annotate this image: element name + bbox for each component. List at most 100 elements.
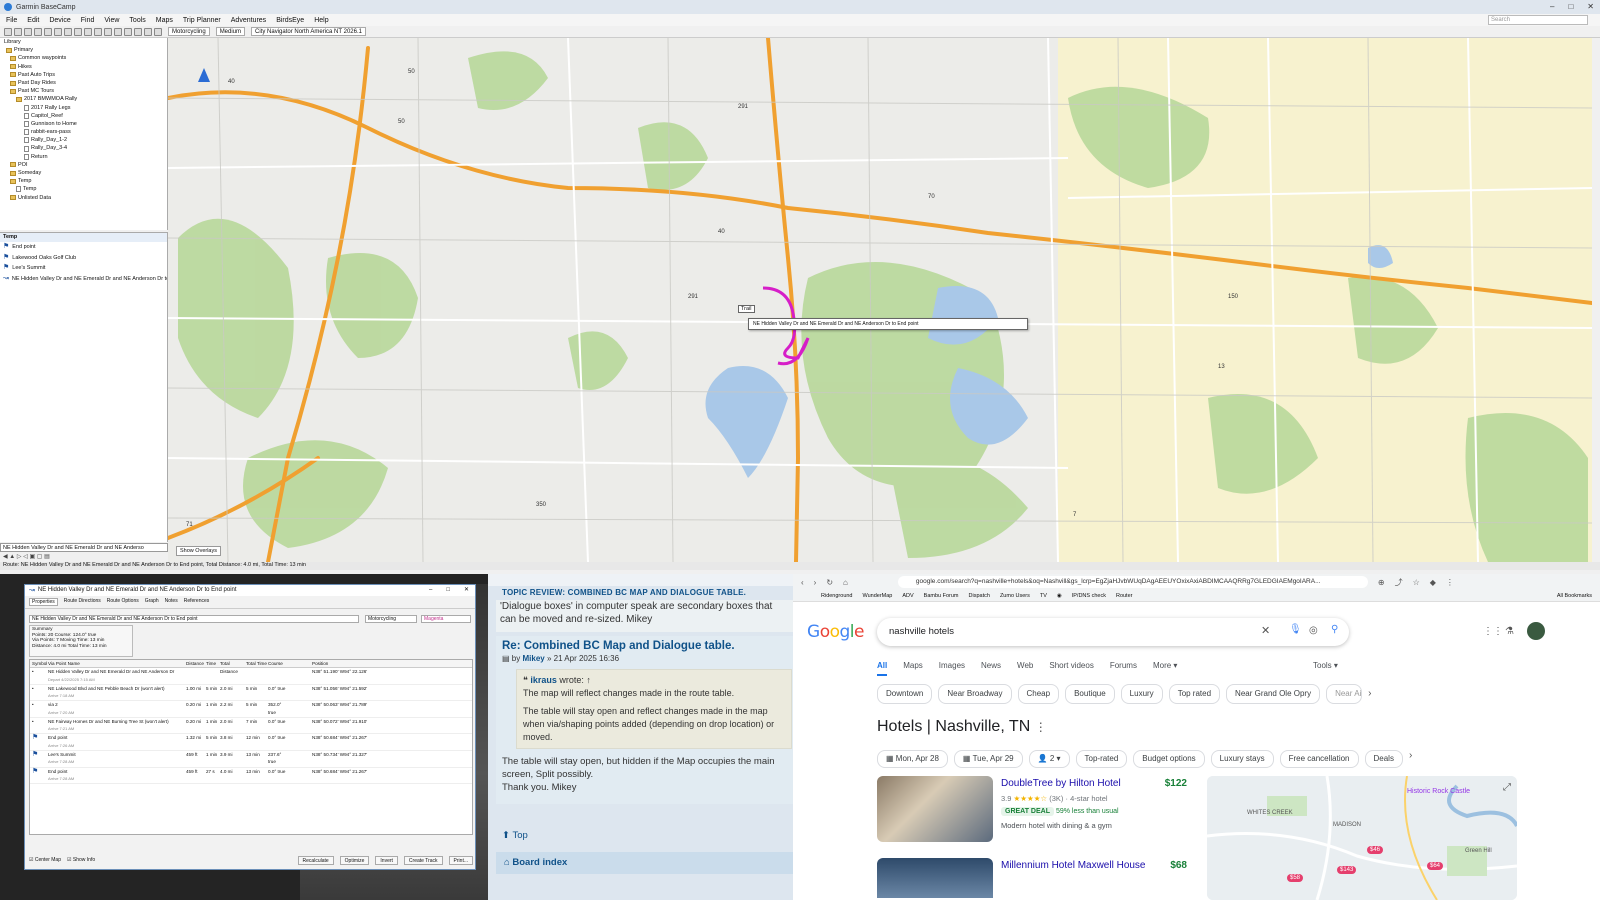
route-name-field[interactable]: NE Hidden Valley Dr and NE Emerald Dr an…: [29, 615, 359, 623]
menu-edit[interactable]: Edit: [27, 17, 39, 24]
price-pin[interactable]: $46: [1367, 846, 1384, 854]
list-item[interactable]: ⚑ End point: [0, 242, 167, 253]
tab-news[interactable]: News: [981, 661, 1001, 676]
chip-boutique[interactable]: Boutique: [1065, 684, 1115, 704]
hotel-card[interactable]: Millennium Hotel Maxwell House $68: [877, 858, 1187, 898]
more-options-icon[interactable]: ⋮: [1035, 720, 1047, 734]
chevron-right-icon[interactable]: ›: [1409, 750, 1412, 768]
tree-item[interactable]: Temp: [0, 185, 167, 193]
tree-item[interactable]: Past Auto Trips: [0, 71, 167, 79]
tree-item[interactable]: 2017 BMWMOA Rally: [0, 95, 167, 103]
price-pin[interactable]: $64: [1427, 862, 1444, 870]
menu-icon[interactable]: ⋮: [1446, 578, 1454, 587]
tree-item[interactable]: Primary: [0, 46, 167, 54]
bookmark-item[interactable]: Zumo Users: [1000, 593, 1030, 599]
menu-adventures[interactable]: Adventures: [231, 17, 266, 24]
menu-view[interactable]: View: [104, 17, 119, 24]
checkout-date[interactable]: ▦ Tue, Apr 29: [953, 750, 1023, 768]
tree-item[interactable]: Past MC Tours: [0, 87, 167, 95]
bookmark-star-icon[interactable]: ☆: [1413, 578, 1420, 587]
optimize-button[interactable]: Optimize: [339, 855, 370, 865]
chip-cheap[interactable]: Cheap: [1017, 684, 1060, 704]
hotel-card[interactable]: DoubleTree by Hilton Hotel $122 3.9 ★★★★…: [877, 776, 1187, 846]
save-icon[interactable]: [24, 27, 32, 36]
print-icon[interactable]: [34, 27, 42, 36]
maximize-button[interactable]: □: [1568, 2, 1573, 11]
tree-item[interactable]: Rally_Day_1-2: [0, 136, 167, 144]
bookmark-item[interactable]: IP/DNS check: [1072, 593, 1106, 599]
dialog-minimize-button[interactable]: –: [429, 585, 432, 596]
close-button[interactable]: ✕: [1587, 2, 1594, 11]
table-row[interactable]: • via 2 Arrive 7:20 AM 0.20 mi 1 min 2.2 mi 5 …: [30, 701, 472, 718]
detail-select[interactable]: Medium: [215, 27, 246, 36]
delete-icon[interactable]: [44, 27, 52, 36]
bookmark-item[interactable]: WunderMap: [863, 593, 893, 599]
guests-select[interactable]: 👤 2 ▾: [1028, 750, 1070, 768]
tab-references[interactable]: References: [184, 598, 210, 606]
undo-icon[interactable]: [124, 27, 132, 36]
table-row[interactable]: • NE Hidden Valley Dr and NE Emerald Dr a…: [30, 668, 472, 685]
filter-budget[interactable]: Budget options: [1133, 750, 1205, 768]
table-row[interactable]: ⚑ Lee's Summit Arrive 7:28 AM 459 ft 1 min 3.…: [30, 751, 472, 768]
route-popup[interactable]: NE Hidden Valley Dr and NE Emerald Dr an…: [748, 318, 1028, 330]
activity-select[interactable]: Motorcycling: [365, 615, 417, 623]
create-track-button[interactable]: Create Track: [403, 855, 443, 865]
tab-short-videos[interactable]: Short videos: [1049, 661, 1093, 676]
clear-icon[interactable]: ✕: [1261, 624, 1270, 637]
map-product-select[interactable]: City Navigator North America NT 2026.1: [251, 27, 366, 36]
chip-near-broadway[interactable]: Near Broadway: [938, 684, 1012, 704]
price-pin[interactable]: $143: [1337, 866, 1357, 874]
menu-file[interactable]: File: [6, 17, 17, 24]
google-logo[interactable]: Google: [807, 622, 864, 642]
print-button[interactable]: Print...: [448, 855, 473, 865]
tools-button[interactable]: Tools ▾: [1313, 661, 1338, 670]
tree-item[interactable]: Someday: [0, 169, 167, 177]
chip-downtown[interactable]: Downtown: [877, 684, 933, 704]
post-title[interactable]: Re: Combined BC Map and Dialogue table.: [502, 640, 793, 652]
extension-icon[interactable]: ◆: [1430, 578, 1436, 587]
invert-button[interactable]: Invert: [375, 855, 398, 865]
recalculate-button[interactable]: Recalculate: [297, 855, 334, 865]
dialog-close-button[interactable]: ✕: [464, 585, 469, 596]
table-row[interactable]: • NE Fairway Homes Dr and NE Burning Tree…: [30, 718, 472, 735]
tab-properties[interactable]: Properties: [29, 598, 58, 606]
bookmark-item[interactable]: TV: [1040, 593, 1047, 599]
checkin-date[interactable]: ▦ Mon, Apr 28: [877, 750, 948, 768]
tab-all[interactable]: All: [877, 661, 888, 676]
menu-device[interactable]: Device: [49, 17, 70, 24]
show-overlays-button[interactable]: Show Overlays: [176, 546, 221, 556]
activity-select[interactable]: Motorcycling: [168, 27, 210, 36]
waypoint-icon[interactable]: [54, 27, 62, 36]
filter-free-cancellation[interactable]: Free cancellation: [1279, 750, 1359, 768]
filter-deals[interactable]: Deals: [1364, 750, 1403, 768]
tab-images[interactable]: Images: [939, 661, 965, 676]
hotel-name[interactable]: Millennium Hotel Maxwell House: [1001, 860, 1146, 871]
chip-top-rated[interactable]: Top rated: [1168, 684, 1221, 704]
chip-near-airport[interactable]: Near Ai: [1326, 684, 1363, 704]
top-link[interactable]: ⬆ Top: [502, 830, 528, 841]
map-view[interactable]: 40 50 291 70 13 7 150 350 71 58 40 291 5…: [168, 38, 1592, 562]
share-icon[interactable]: ⤴: [1395, 577, 1403, 588]
tree-item[interactable]: Return: [0, 153, 167, 161]
board-index-link[interactable]: ⌂ Board index: [496, 852, 793, 874]
tree-item[interactable]: 2017 Rally Legs: [0, 104, 167, 112]
tree-item[interactable]: Library: [0, 38, 167, 46]
tab-maps[interactable]: Maps: [903, 661, 923, 676]
price-pin[interactable]: $58: [1287, 874, 1304, 882]
zoom-icon[interactable]: ⊕: [1378, 578, 1385, 587]
apps-icon[interactable]: ⋮⋮: [1483, 626, 1503, 637]
bookmark-item[interactable]: Ridenground: [821, 593, 853, 599]
hotel-name[interactable]: DoubleTree by Hilton Hotel: [1001, 778, 1121, 789]
route-select[interactable]: NE Hidden Valley Dr and NE Emerald Dr an…: [0, 543, 168, 552]
tree-item[interactable]: rabbit-ears-pass: [0, 128, 167, 136]
table-row[interactable]: ⚑ End point Arrive 7:26 AM 1.32 mi 5 min 3.8 …: [30, 734, 472, 751]
show-info-checkbox[interactable]: ☑ Show Info: [67, 857, 95, 863]
receive-device-icon[interactable]: [154, 27, 162, 36]
tree-item[interactable]: Common waypoints: [0, 54, 167, 62]
redo-icon[interactable]: [134, 27, 142, 36]
menu-trip-planner[interactable]: Trip Planner: [183, 17, 221, 24]
table-row[interactable]: ⚑ End point Arrive 7:28 AM 459 ft 27 s 4.0 mi…: [30, 768, 472, 785]
route-icon[interactable]: [64, 27, 72, 36]
search-input[interactable]: nashville hotels: [877, 618, 1349, 646]
all-bookmarks[interactable]: All Bookmarks: [1557, 593, 1600, 599]
